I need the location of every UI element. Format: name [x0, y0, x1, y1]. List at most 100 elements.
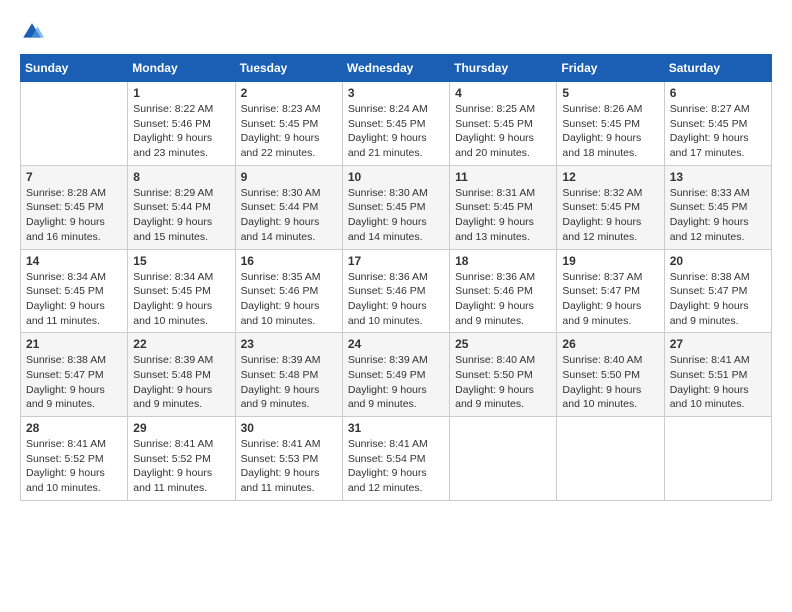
cell-content: Sunrise: 8:30 AM Sunset: 5:44 PM Dayligh…	[241, 186, 337, 245]
day-number: 30	[241, 421, 337, 435]
cell-content: Sunrise: 8:34 AM Sunset: 5:45 PM Dayligh…	[133, 270, 229, 329]
cell-content: Sunrise: 8:41 AM Sunset: 5:52 PM Dayligh…	[26, 437, 122, 496]
day-number: 22	[133, 337, 229, 351]
day-number: 25	[455, 337, 551, 351]
cell-content: Sunrise: 8:39 AM Sunset: 5:49 PM Dayligh…	[348, 353, 444, 412]
calendar-cell: 11 Sunrise: 8:31 AM Sunset: 5:45 PM Dayli…	[450, 165, 557, 249]
calendar-cell: 27Sunrise: 8:41 AM Sunset: 5:51 PM Dayli…	[664, 333, 771, 417]
cell-content: Sunrise: 8:36 AM Sunset: 5:46 PM Dayligh…	[348, 270, 444, 329]
day-number: 10	[348, 170, 444, 184]
cell-content: Sunrise: 8:35 AM Sunset: 5:46 PM Dayligh…	[241, 270, 337, 329]
day-number: 4	[455, 86, 551, 100]
calendar-cell: 16 Sunrise: 8:35 AM Sunset: 5:46 PM Dayli…	[235, 249, 342, 333]
day-number: 15	[133, 254, 229, 268]
calendar-cell	[21, 82, 128, 166]
logo-icon	[20, 20, 44, 44]
cell-content: Sunrise: 8:25 AM Sunset: 5:45 PM Dayligh…	[455, 102, 551, 161]
day-number: 18	[455, 254, 551, 268]
calendar-cell: 3 Sunrise: 8:24 AM Sunset: 5:45 PM Daylig…	[342, 82, 449, 166]
calendar-cell: 18 Sunrise: 8:36 AM Sunset: 5:46 PM Dayli…	[450, 249, 557, 333]
cell-content: Sunrise: 8:39 AM Sunset: 5:48 PM Dayligh…	[133, 353, 229, 412]
cell-content: Sunrise: 8:37 AM Sunset: 5:47 PM Dayligh…	[562, 270, 658, 329]
calendar-cell: 12 Sunrise: 8:32 AM Sunset: 5:45 PM Dayli…	[557, 165, 664, 249]
calendar-week-4: 21Sunrise: 8:38 AM Sunset: 5:47 PM Dayli…	[21, 333, 772, 417]
calendar-cell	[450, 417, 557, 501]
calendar-cell: 17 Sunrise: 8:36 AM Sunset: 5:46 PM Dayli…	[342, 249, 449, 333]
cell-content: Sunrise: 8:26 AM Sunset: 5:45 PM Dayligh…	[562, 102, 658, 161]
cell-content: Sunrise: 8:38 AM Sunset: 5:47 PM Dayligh…	[670, 270, 766, 329]
day-number: 19	[562, 254, 658, 268]
day-number: 13	[670, 170, 766, 184]
cell-content: Sunrise: 8:41 AM Sunset: 5:52 PM Dayligh…	[133, 437, 229, 496]
calendar-cell: 31Sunrise: 8:41 AM Sunset: 5:54 PM Dayli…	[342, 417, 449, 501]
header	[20, 20, 772, 44]
calendar-cell: 1Sunrise: 8:22 AM Sunset: 5:46 PM Daylig…	[128, 82, 235, 166]
column-header-monday: Monday	[128, 55, 235, 82]
calendar-cell: 6 Sunrise: 8:27 AM Sunset: 5:45 PM Daylig…	[664, 82, 771, 166]
cell-content: Sunrise: 8:41 AM Sunset: 5:53 PM Dayligh…	[241, 437, 337, 496]
calendar-week-2: 7 Sunrise: 8:28 AM Sunset: 5:45 PM Daylig…	[21, 165, 772, 249]
calendar-cell	[664, 417, 771, 501]
calendar-cell: 30 Sunrise: 8:41 AM Sunset: 5:53 PM Dayli…	[235, 417, 342, 501]
column-header-saturday: Saturday	[664, 55, 771, 82]
day-number: 11	[455, 170, 551, 184]
column-header-tuesday: Tuesday	[235, 55, 342, 82]
day-number: 23	[241, 337, 337, 351]
calendar-cell: 2Sunrise: 8:23 AM Sunset: 5:45 PM Daylig…	[235, 82, 342, 166]
day-number: 3	[348, 86, 444, 100]
cell-content: Sunrise: 8:22 AM Sunset: 5:46 PM Dayligh…	[133, 102, 229, 161]
calendar-cell: 15 Sunrise: 8:34 AM Sunset: 5:45 PM Dayli…	[128, 249, 235, 333]
cell-content: Sunrise: 8:24 AM Sunset: 5:45 PM Dayligh…	[348, 102, 444, 161]
day-number: 8	[133, 170, 229, 184]
column-header-thursday: Thursday	[450, 55, 557, 82]
cell-content: Sunrise: 8:27 AM Sunset: 5:45 PM Dayligh…	[670, 102, 766, 161]
calendar-cell: 10 Sunrise: 8:30 AM Sunset: 5:45 PM Dayli…	[342, 165, 449, 249]
calendar-week-5: 28 Sunrise: 8:41 AM Sunset: 5:52 PM Dayli…	[21, 417, 772, 501]
day-number: 7	[26, 170, 122, 184]
column-header-wednesday: Wednesday	[342, 55, 449, 82]
day-number: 9	[241, 170, 337, 184]
day-number: 28	[26, 421, 122, 435]
cell-content: Sunrise: 8:39 AM Sunset: 5:48 PM Dayligh…	[241, 353, 337, 412]
day-number: 24	[348, 337, 444, 351]
cell-content: Sunrise: 8:29 AM Sunset: 5:44 PM Dayligh…	[133, 186, 229, 245]
calendar-week-3: 14Sunrise: 8:34 AM Sunset: 5:45 PM Dayli…	[21, 249, 772, 333]
calendar-cell: 8 Sunrise: 8:29 AM Sunset: 5:44 PM Daylig…	[128, 165, 235, 249]
calendar-cell: 26 Sunrise: 8:40 AM Sunset: 5:50 PM Dayli…	[557, 333, 664, 417]
logo	[20, 20, 48, 44]
calendar-week-1: 1Sunrise: 8:22 AM Sunset: 5:46 PM Daylig…	[21, 82, 772, 166]
day-number: 12	[562, 170, 658, 184]
cell-content: Sunrise: 8:33 AM Sunset: 5:45 PM Dayligh…	[670, 186, 766, 245]
cell-content: Sunrise: 8:30 AM Sunset: 5:45 PM Dayligh…	[348, 186, 444, 245]
day-number: 17	[348, 254, 444, 268]
cell-content: Sunrise: 8:23 AM Sunset: 5:45 PM Dayligh…	[241, 102, 337, 161]
calendar-table: SundayMondayTuesdayWednesdayThursdayFrid…	[20, 54, 772, 501]
calendar-cell: 22 Sunrise: 8:39 AM Sunset: 5:48 PM Dayli…	[128, 333, 235, 417]
day-number: 27	[670, 337, 766, 351]
day-number: 26	[562, 337, 658, 351]
day-number: 16	[241, 254, 337, 268]
calendar-cell: 20 Sunrise: 8:38 AM Sunset: 5:47 PM Dayli…	[664, 249, 771, 333]
day-number: 29	[133, 421, 229, 435]
cell-content: Sunrise: 8:40 AM Sunset: 5:50 PM Dayligh…	[455, 353, 551, 412]
calendar-header-row: SundayMondayTuesdayWednesdayThursdayFrid…	[21, 55, 772, 82]
column-header-sunday: Sunday	[21, 55, 128, 82]
day-number: 6	[670, 86, 766, 100]
calendar-cell: 24 Sunrise: 8:39 AM Sunset: 5:49 PM Dayli…	[342, 333, 449, 417]
calendar-cell: 4 Sunrise: 8:25 AM Sunset: 5:45 PM Daylig…	[450, 82, 557, 166]
cell-content: Sunrise: 8:32 AM Sunset: 5:45 PM Dayligh…	[562, 186, 658, 245]
cell-content: Sunrise: 8:38 AM Sunset: 5:47 PM Dayligh…	[26, 353, 122, 412]
cell-content: Sunrise: 8:36 AM Sunset: 5:46 PM Dayligh…	[455, 270, 551, 329]
calendar-cell	[557, 417, 664, 501]
calendar-cell: 28 Sunrise: 8:41 AM Sunset: 5:52 PM Dayli…	[21, 417, 128, 501]
day-number: 31	[348, 421, 444, 435]
calendar-cell: 21Sunrise: 8:38 AM Sunset: 5:47 PM Dayli…	[21, 333, 128, 417]
cell-content: Sunrise: 8:40 AM Sunset: 5:50 PM Dayligh…	[562, 353, 658, 412]
cell-content: Sunrise: 8:31 AM Sunset: 5:45 PM Dayligh…	[455, 186, 551, 245]
day-number: 20	[670, 254, 766, 268]
calendar-cell: 5Sunrise: 8:26 AM Sunset: 5:45 PM Daylig…	[557, 82, 664, 166]
calendar-cell: 25 Sunrise: 8:40 AM Sunset: 5:50 PM Dayli…	[450, 333, 557, 417]
page-container: SundayMondayTuesdayWednesdayThursdayFrid…	[20, 20, 772, 501]
calendar-cell: 13 Sunrise: 8:33 AM Sunset: 5:45 PM Dayli…	[664, 165, 771, 249]
cell-content: Sunrise: 8:28 AM Sunset: 5:45 PM Dayligh…	[26, 186, 122, 245]
